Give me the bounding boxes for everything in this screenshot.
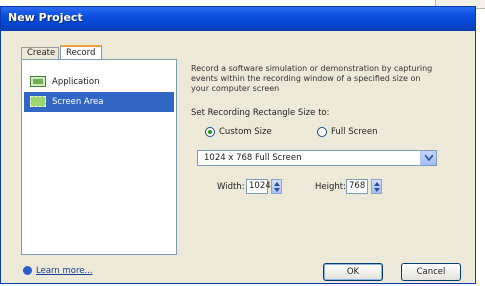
height-label: Height: [315,182,346,192]
chevron-down-icon [425,155,433,161]
height-input[interactable]: 768 [346,179,368,194]
width-input[interactable]: 1024 [246,179,271,194]
window-title: New Project [8,11,83,24]
list-item-screen-area[interactable]: Screen Area [24,92,174,112]
height-spinner[interactable] [371,179,382,194]
list-item-label: Screen Area [52,97,104,107]
custom-size-radio[interactable]: Custom Size [205,126,272,138]
info-icon [23,266,32,275]
radio-unchecked-icon [317,126,327,137]
spinner-arrows-icon [374,182,380,192]
width-label: Width: [217,182,245,192]
radio-checked-icon [205,126,215,137]
size-dropdown[interactable]: 1024 x 768 Full Screen [197,150,437,166]
screen-area-icon [30,96,46,107]
title-bar[interactable]: New Project [1,7,475,31]
recording-size-label: Set Recording Rectangle Size to: [191,108,330,118]
description-text: Record a software simulation or demonstr… [191,64,433,93]
details-panel: Record a software simulation or demonstr… [183,50,449,255]
full-screen-label: Full Screen [331,127,378,137]
learn-more-link[interactable]: Learn more... [23,265,93,277]
tab-create[interactable]: Create [21,47,59,59]
list-item-application[interactable]: Application [24,72,174,92]
width-spinner[interactable] [271,179,282,194]
tab-record[interactable]: Record [60,45,102,59]
size-dropdown-value: 1024 x 768 Full Screen [204,153,302,163]
cancel-button[interactable]: Cancel [401,263,461,281]
spinner-arrows-icon [274,182,280,192]
list-item-label: Application [52,77,100,87]
application-icon [30,76,46,87]
learn-more-text: Learn more... [36,266,93,276]
full-screen-radio[interactable]: Full Screen [317,126,377,138]
dropdown-button[interactable] [420,151,436,165]
new-project-dialog: New Project Create Record Application Sc… [0,6,476,284]
custom-size-label: Custom Size [219,127,272,137]
ok-button[interactable]: OK [323,263,383,281]
project-type-list: Application Screen Area [21,59,177,255]
